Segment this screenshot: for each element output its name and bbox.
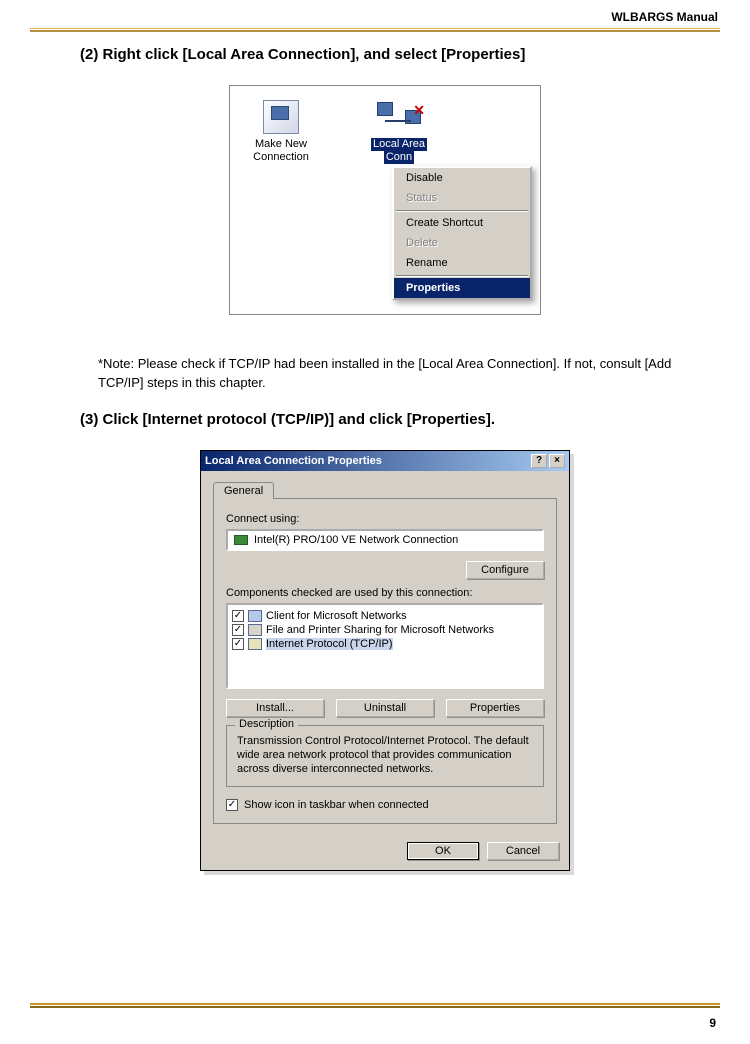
checkbox-tcpip[interactable]: ✓ [232, 638, 244, 650]
ok-button[interactable]: OK [407, 842, 479, 860]
step2-heading: (2) Right click [Local Area Connection],… [80, 46, 690, 63]
menu-create-shortcut[interactable]: Create Shortcut [394, 213, 530, 233]
manual-title: WLBARGS Manual [611, 10, 718, 24]
step3-heading: (3) Click [Internet protocol (TCP/IP)] a… [80, 411, 690, 428]
menu-properties[interactable]: Properties [394, 278, 530, 298]
adapter-name: Intel(R) PRO/100 VE Network Connection [254, 534, 458, 546]
titlebar-close-button[interactable]: × [549, 454, 565, 468]
screenshot-properties-dialog: Local Area Connection Properties ? × Gen… [200, 450, 570, 871]
page-header: WLBARGS Manual [0, 0, 750, 28]
checkbox-fileprint[interactable]: ✓ [232, 624, 244, 636]
dialog-titlebar: Local Area Connection Properties ? × [201, 451, 569, 471]
tcpip-note: *Note: Please check if TCP/IP had been i… [98, 355, 690, 393]
list-item: ✓ Internet Protocol (TCP/IP) [232, 637, 538, 651]
folder-wizard-icon [263, 100, 299, 134]
menu-disable[interactable]: Disable [394, 168, 530, 188]
menu-status: Status [394, 188, 530, 208]
menu-separator-2 [396, 275, 528, 276]
network-icon: ✕ [377, 100, 421, 134]
properties-button[interactable]: Properties [446, 699, 544, 717]
item-tcpip[interactable]: Internet Protocol (TCP/IP) [266, 638, 393, 650]
lac-label-l1: Local Area [371, 138, 427, 151]
install-button[interactable]: Install... [226, 699, 324, 717]
show-icon-label: Show icon in taskbar when connected [244, 799, 429, 811]
disconnected-x-icon: ✕ [413, 102, 425, 119]
local-area-connection-icon[interactable]: ✕ Local Area Conn [354, 92, 444, 164]
header-rule [30, 28, 720, 32]
item-fileprint[interactable]: File and Printer Sharing for Microsoft N… [266, 624, 494, 636]
make-new-label-l1: Make New [236, 138, 326, 151]
tab-strip: General [213, 481, 557, 498]
description-text: Transmission Control Protocol/Internet P… [237, 734, 533, 776]
checkbox-show-icon[interactable]: ✓ [226, 799, 238, 811]
list-item: ✓ Client for Microsoft Networks [232, 609, 538, 623]
tcpip-icon [248, 638, 262, 650]
connect-using-label: Connect using: [226, 513, 544, 525]
menu-delete: Delete [394, 233, 530, 253]
screenshot-context-menu: Make New Connection ✕ Local Area Conn Di… [229, 85, 541, 315]
description-groupbox: Description Transmission Control Protoco… [226, 725, 544, 787]
uninstall-button[interactable]: Uninstall [336, 699, 434, 717]
client-icon [248, 610, 262, 622]
description-label: Description [235, 718, 298, 730]
checkbox-client[interactable]: ✓ [232, 610, 244, 622]
make-new-label-l2: Connection [236, 151, 326, 164]
page-number: 9 [709, 1016, 716, 1030]
components-listbox[interactable]: ✓ Client for Microsoft Networks ✓ File a… [226, 603, 544, 689]
cancel-button[interactable]: Cancel [487, 842, 559, 860]
menu-rename[interactable]: Rename [394, 253, 530, 273]
nic-icon [234, 535, 248, 545]
dialog-title: Local Area Connection Properties [205, 455, 382, 467]
dialog-button-row: OK Cancel [201, 834, 569, 870]
adapter-field: Intel(R) PRO/100 VE Network Connection [226, 529, 544, 551]
components-label: Components checked are used by this conn… [226, 587, 544, 599]
list-item: ✓ File and Printer Sharing for Microsoft… [232, 623, 538, 637]
lac-label-l2: Conn [384, 151, 414, 164]
item-client[interactable]: Client for Microsoft Networks [266, 610, 407, 622]
context-menu: Disable Status Create Shortcut Delete Re… [392, 166, 532, 300]
tab-general[interactable]: General [213, 482, 274, 499]
menu-separator-1 [396, 210, 528, 211]
footer-rule [30, 1003, 720, 1008]
tab-panel-general: Connect using: Intel(R) PRO/100 VE Netwo… [213, 498, 557, 824]
titlebar-help-button[interactable]: ? [531, 454, 547, 468]
configure-button[interactable]: Configure [466, 561, 544, 579]
make-new-connection-icon[interactable]: Make New Connection [236, 92, 326, 164]
printer-share-icon [248, 624, 262, 636]
